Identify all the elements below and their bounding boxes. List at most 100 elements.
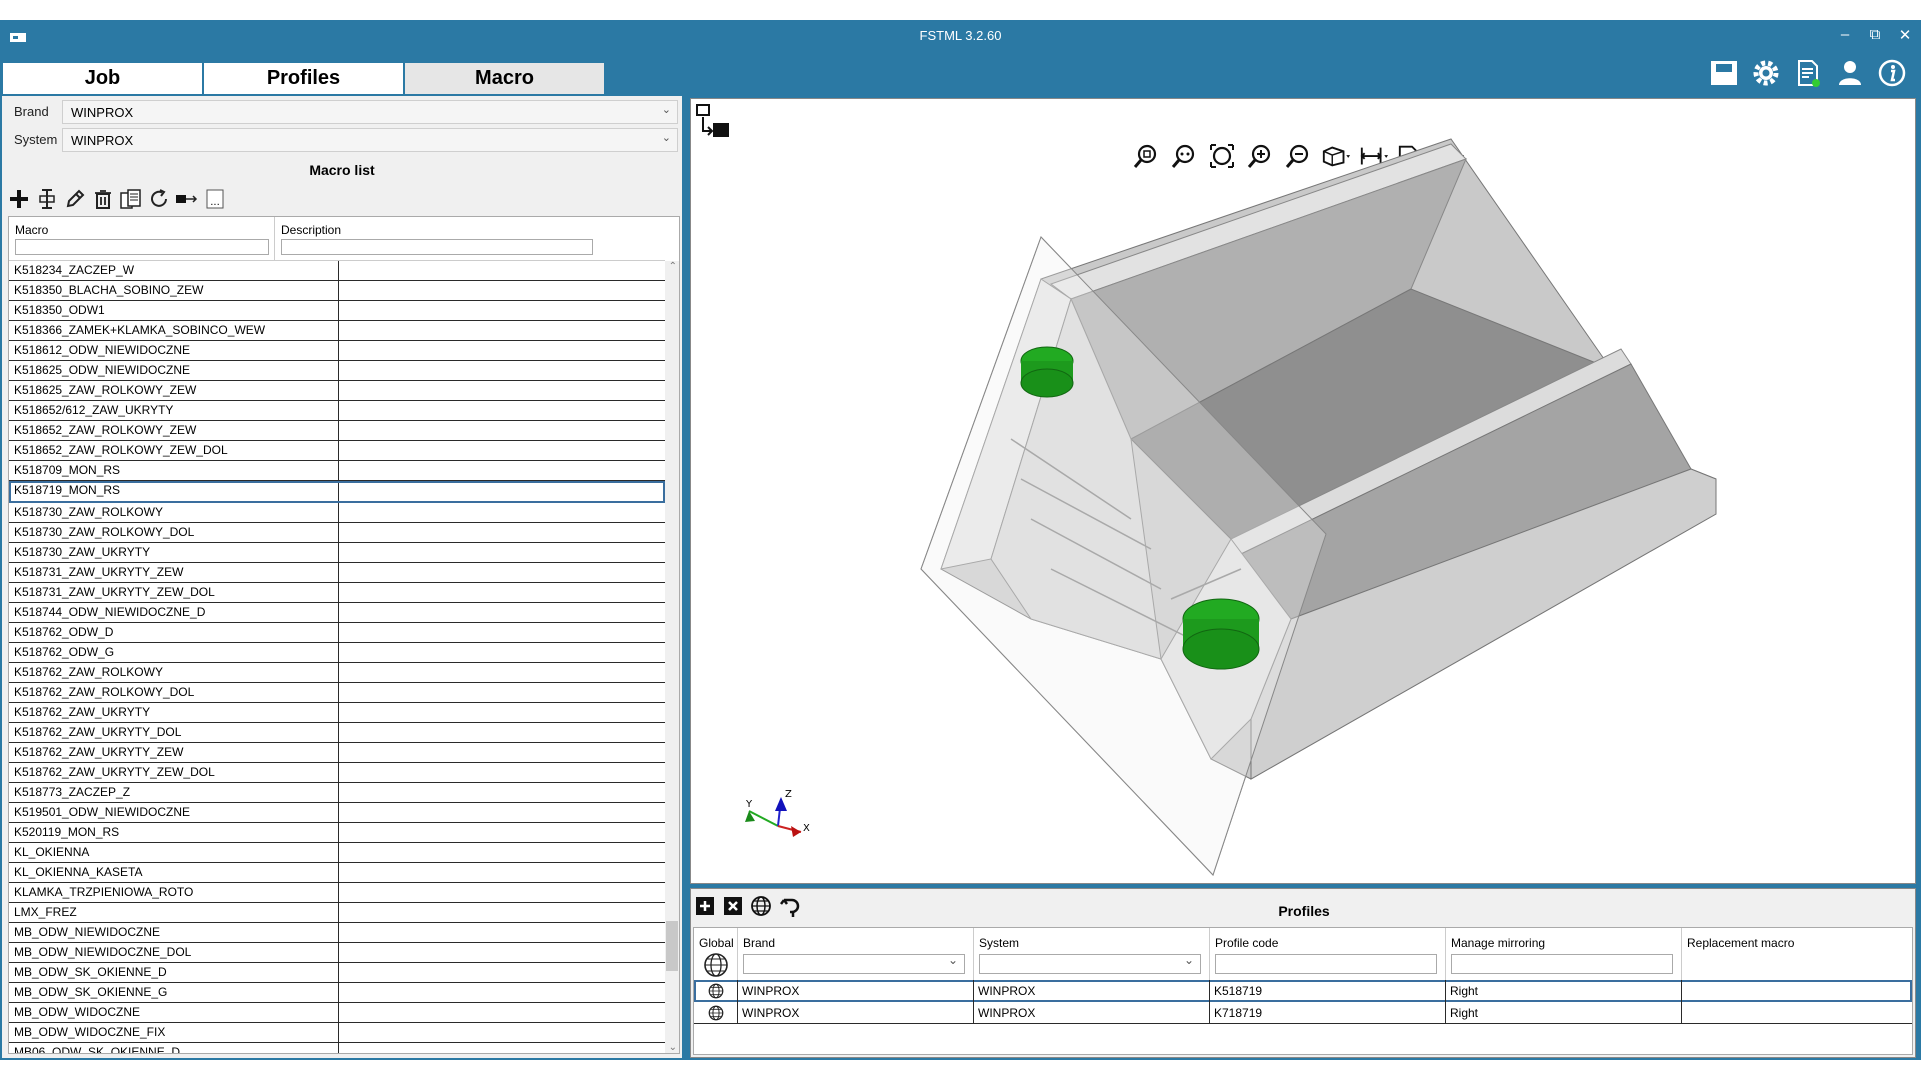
macro-name-cell[interactable]: K518762_ZAW_ROLKOWY	[9, 663, 339, 682]
macro-row[interactable]: KLAMKA_TRZPIENIOWA_ROTO	[9, 883, 665, 903]
column-description[interactable]: Description	[275, 217, 665, 261]
macro-description-cell[interactable]	[339, 503, 665, 522]
macro-description-cell[interactable]	[339, 261, 665, 280]
macro-row[interactable]: K518350_ODW1	[9, 301, 665, 321]
brand-select[interactable]: WINPROX ⌄	[62, 100, 678, 124]
macro-row[interactable]: K518719_MON_RS	[9, 481, 665, 503]
macro-description-cell[interactable]	[339, 743, 665, 762]
profile-brand-cell[interactable]: WINPROX	[738, 1002, 974, 1024]
macro-name-cell[interactable]: K518762_ZAW_ROLKOWY_DOL	[9, 683, 339, 702]
macro-name-cell[interactable]: KL_OKIENNA_KASETA	[9, 863, 339, 882]
macro-row[interactable]: MB_ODW_SK_OKIENNE_G	[9, 983, 665, 1003]
macro-name-cell[interactable]: K518234_ZACZEP_W	[9, 261, 339, 280]
column-macro[interactable]: Macro	[9, 217, 275, 261]
more-icon[interactable]: ...	[202, 185, 228, 213]
export-icon[interactable]	[174, 185, 200, 213]
macro-description-cell[interactable]	[339, 843, 665, 862]
description-filter-input[interactable]	[281, 239, 593, 255]
macro-description-cell[interactable]	[339, 381, 665, 400]
macro-description-cell[interactable]	[339, 421, 665, 440]
macro-row[interactable]: K519501_ODW_NIEWIDOCZNE	[9, 803, 665, 823]
macro-row[interactable]: KL_OKIENNA	[9, 843, 665, 863]
macro-row[interactable]: K518762_ZAW_UKRYTY_ZEW	[9, 743, 665, 763]
macro-description-cell[interactable]	[339, 963, 665, 982]
macro-name-cell[interactable]: MB_ODW_NIEWIDOCZNE	[9, 923, 339, 942]
macro-description-cell[interactable]	[339, 803, 665, 822]
settings-gear-icon[interactable]	[1749, 56, 1783, 90]
macro-name-cell[interactable]: K518773_ZACZEP_Z	[9, 783, 339, 802]
save-icon[interactable]	[1707, 56, 1741, 90]
macro-name-cell[interactable]: K518762_ZAW_UKRYTY_ZEW	[9, 743, 339, 762]
column-manage-mirroring[interactable]: Manage mirroring	[1446, 928, 1682, 980]
user-icon[interactable]	[1833, 56, 1867, 90]
system-select[interactable]: WINPROX ⌄	[62, 128, 678, 152]
macro-name-cell[interactable]: K518625_ODW_NIEWIDOCZNE	[9, 361, 339, 380]
scroll-down-icon[interactable]: ⌄	[669, 1042, 677, 1053]
profile-replacement-cell[interactable]	[1682, 1002, 1912, 1024]
macro-name-cell[interactable]: K518366_ZAMEK+KLAMKA_SOBINCO_WEW	[9, 321, 339, 340]
macro-description-cell[interactable]	[339, 663, 665, 682]
macro-name-cell[interactable]: K520119_MON_RS	[9, 823, 339, 842]
profile-mirroring-cell[interactable]: Right	[1446, 1002, 1682, 1024]
macro-row[interactable]: K518652/612_ZAW_UKRYTY	[9, 401, 665, 421]
macro-description-cell[interactable]	[339, 923, 665, 942]
macro-row[interactable]: K518730_ZAW_UKRYTY	[9, 543, 665, 563]
macro-name-cell[interactable]: MB_ODW_SK_OKIENNE_D	[9, 963, 339, 982]
macro-row[interactable]: MB06_ODW_SK_OKIENNE_D	[9, 1043, 665, 1053]
profile-code-cell[interactable]: K718719	[1210, 1002, 1446, 1024]
row-globe-icon[interactable]	[694, 980, 738, 1002]
macro-row[interactable]: MB_ODW_WIDOCZNE_FIX	[9, 1023, 665, 1043]
scroll-up-icon[interactable]: ⌃	[669, 261, 677, 272]
3d-viewer[interactable]: Y Z X	[690, 98, 1916, 884]
macro-name-cell[interactable]: K518652/612_ZAW_UKRYTY	[9, 401, 339, 420]
macro-description-cell[interactable]	[339, 943, 665, 962]
tab-profiles[interactable]: Profiles	[203, 62, 404, 95]
add-icon[interactable]	[6, 185, 32, 213]
macro-description-cell[interactable]	[339, 401, 665, 420]
macro-description-cell[interactable]	[339, 361, 665, 380]
macro-description-cell[interactable]	[339, 341, 665, 360]
macro-description-cell[interactable]	[339, 683, 665, 702]
macro-description-cell[interactable]	[339, 883, 665, 902]
macro-row[interactable]: K520119_MON_RS	[9, 823, 665, 843]
edit-pencil-icon[interactable]	[62, 185, 88, 213]
macro-row[interactable]: K518731_ZAW_UKRYTY_ZEW	[9, 563, 665, 583]
macro-name-cell[interactable]: K518350_ODW1	[9, 301, 339, 320]
delete-trash-icon[interactable]	[90, 185, 116, 213]
macro-row[interactable]: K518762_ODW_D	[9, 623, 665, 643]
globe-icon[interactable]	[703, 952, 729, 981]
tab-macro[interactable]: Macro	[404, 62, 605, 95]
profile-code-cell[interactable]: K518719	[1210, 980, 1446, 1002]
macro-description-cell[interactable]	[339, 703, 665, 722]
profile-replacement-cell[interactable]	[1682, 980, 1912, 1002]
macro-name-cell[interactable]: K518762_ZAW_UKRYTY_ZEW_DOL	[9, 763, 339, 782]
macro-row[interactable]: LMX_FREZ	[9, 903, 665, 923]
macro-name-cell[interactable]: K518709_MON_RS	[9, 461, 339, 480]
profile-3d-model[interactable]: Y Z X	[691, 99, 1915, 883]
macro-description-cell[interactable]	[339, 623, 665, 642]
macro-name-cell[interactable]: MB_ODW_WIDOCZNE	[9, 1003, 339, 1022]
macro-row[interactable]: K518762_ZAW_ROLKOWY_DOL	[9, 683, 665, 703]
column-system[interactable]: System	[974, 928, 1210, 980]
macro-description-cell[interactable]	[339, 903, 665, 922]
report-document-icon[interactable]	[1791, 56, 1825, 90]
macro-name-cell[interactable]: MB_ODW_NIEWIDOCZNE_DOL	[9, 943, 339, 962]
macro-description-cell[interactable]	[339, 763, 665, 782]
macro-name-cell[interactable]: K518652_ZAW_ROLKOWY_ZEW_DOL	[9, 441, 339, 460]
macro-description-cell[interactable]	[339, 461, 665, 480]
macro-description-cell[interactable]	[339, 281, 665, 300]
system-filter-select[interactable]	[979, 953, 1201, 974]
scrollbar-thumb[interactable]	[666, 921, 678, 971]
macro-row[interactable]: KL_OKIENNA_KASETA	[9, 863, 665, 883]
refresh-icon[interactable]	[146, 185, 172, 213]
macro-row[interactable]: MB_ODW_SK_OKIENNE_D	[9, 963, 665, 983]
macro-row[interactable]: K518652_ZAW_ROLKOWY_ZEW	[9, 421, 665, 441]
column-replacement-macro[interactable]: Replacement macro	[1682, 928, 1912, 980]
macro-description-cell[interactable]	[339, 301, 665, 320]
macro-name-cell[interactable]: K518731_ZAW_UKRYTY_ZEW	[9, 563, 339, 582]
profile-code-filter-input[interactable]	[1215, 954, 1437, 974]
macro-row[interactable]: K518730_ZAW_ROLKOWY_DOL	[9, 523, 665, 543]
info-icon[interactable]	[1875, 56, 1909, 90]
profile-row[interactable]: WINPROX WINPROX K518719 Right	[694, 980, 1912, 1002]
macro-description-cell[interactable]	[339, 321, 665, 340]
